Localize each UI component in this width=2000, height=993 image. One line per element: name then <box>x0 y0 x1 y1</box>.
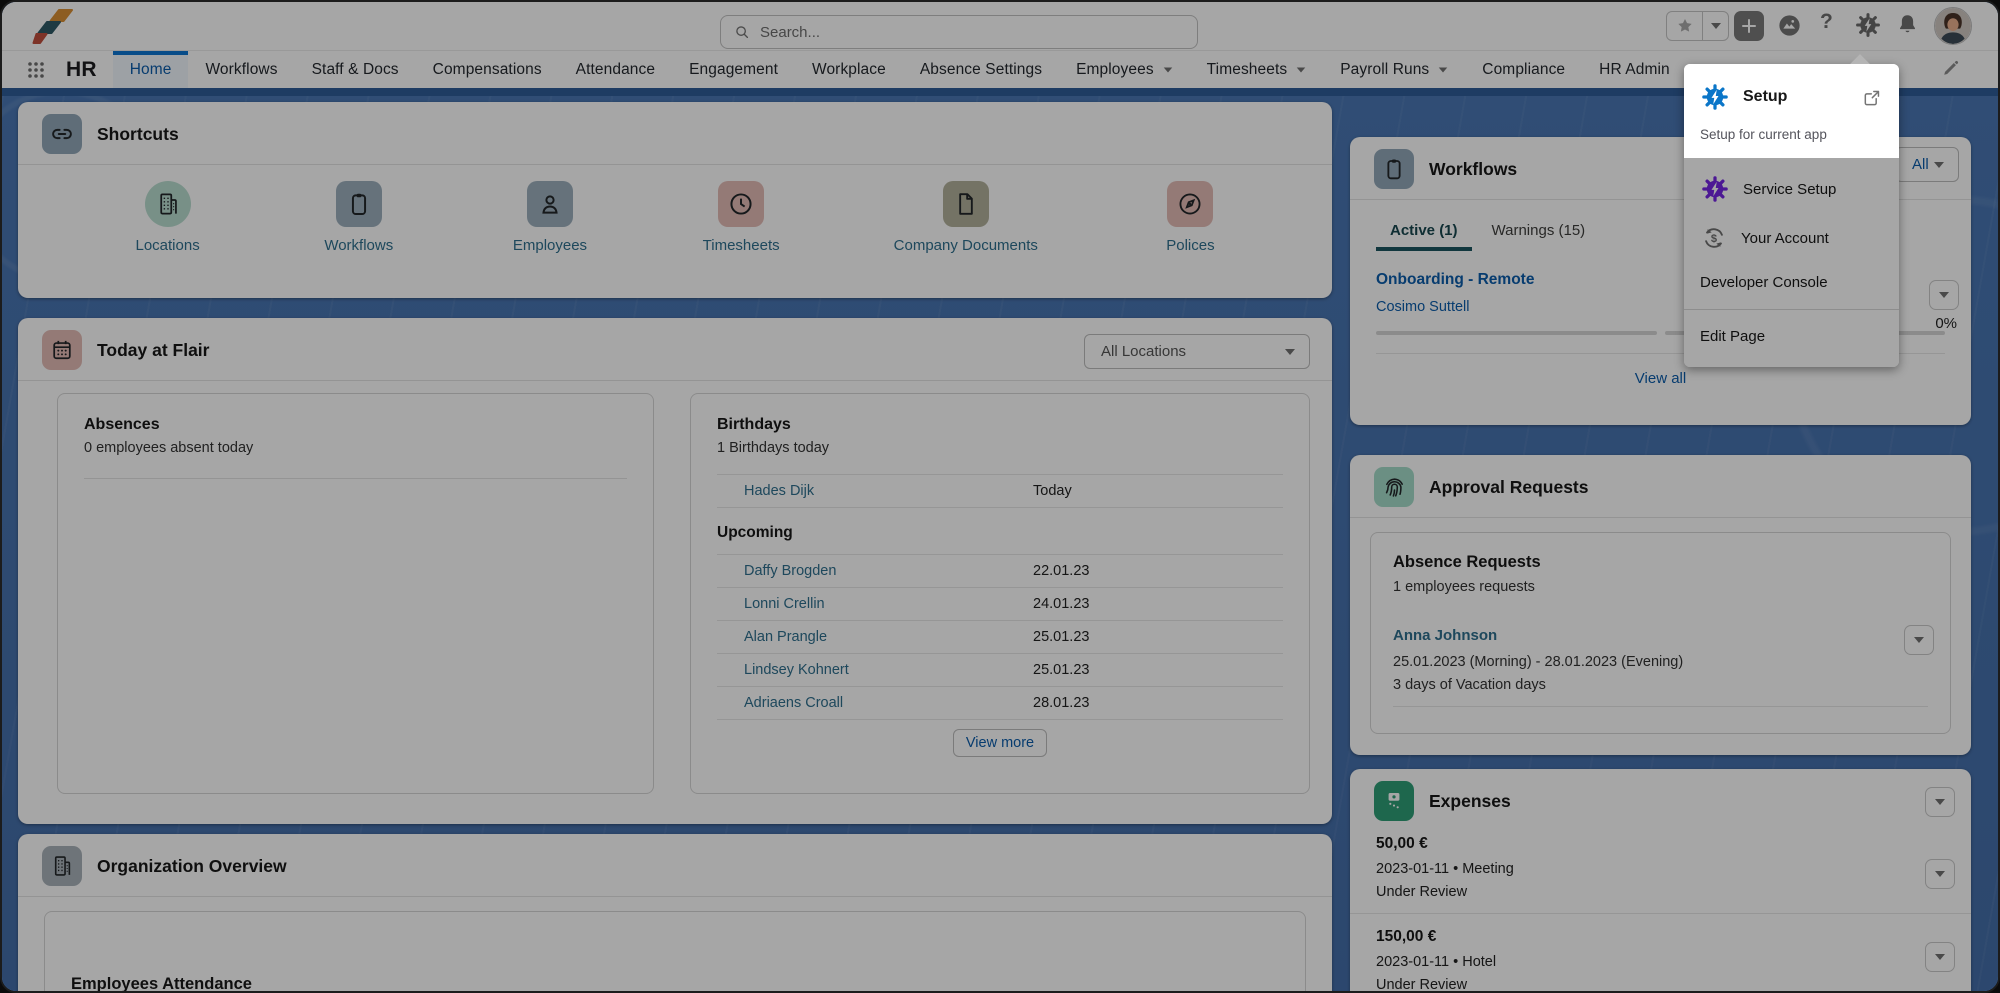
setup-menu-item-highlighted[interactable]: Setup Setup for current app <box>1684 64 1899 158</box>
gear-bolt-icon <box>1700 82 1730 112</box>
app-window: Search... ? HR Home Workflows Staff & Do… <box>0 0 2000 993</box>
setup-label: Setup <box>1743 88 1849 106</box>
developer-console-item[interactable]: Developer Console <box>1684 262 1899 303</box>
edit-page-item[interactable]: Edit Page <box>1684 316 1899 357</box>
setup-description: Setup for current app <box>1700 127 1883 142</box>
service-setup-item[interactable]: Service Setup <box>1684 164 1899 214</box>
refresh-dollar-icon <box>1700 224 1728 252</box>
setup-dropdown-menu: Setup Setup for current app Service Setu… <box>1684 64 1899 367</box>
external-link-icon <box>1862 87 1883 108</box>
your-account-item[interactable]: Your Account <box>1684 214 1899 262</box>
gear-bolt-icon <box>1700 174 1730 204</box>
